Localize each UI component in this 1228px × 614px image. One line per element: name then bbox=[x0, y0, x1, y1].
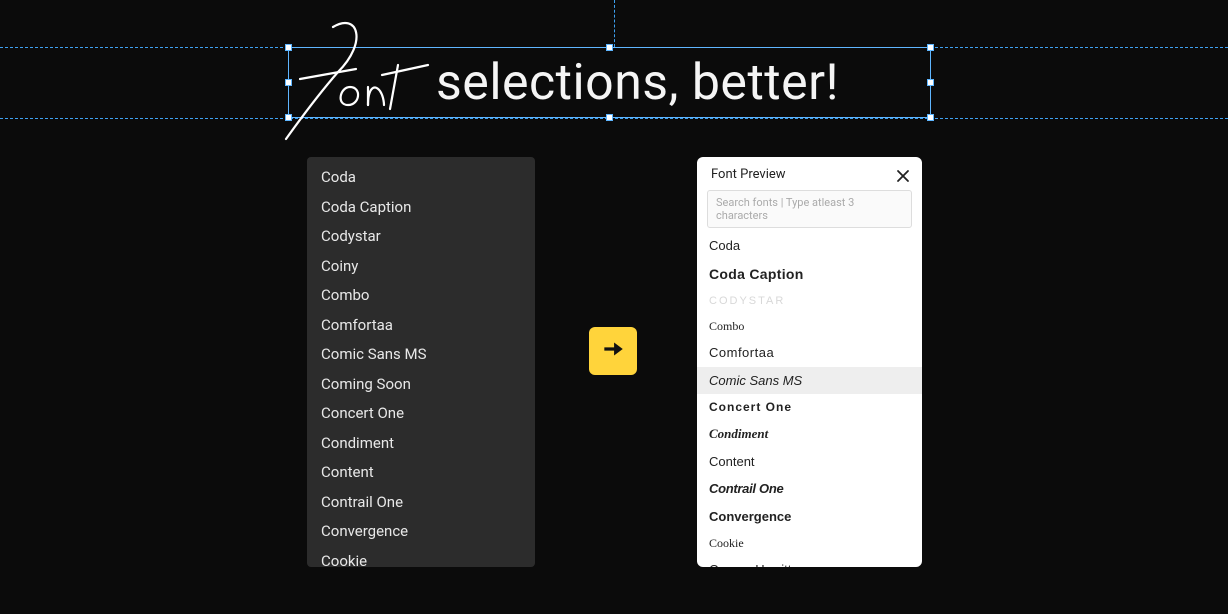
font-preview-panel: Font Preview Search fonts | Type atleast… bbox=[697, 157, 922, 567]
font-list-item[interactable]: Codystar bbox=[307, 222, 535, 252]
font-preview-item[interactable]: CODYSTAR bbox=[697, 289, 922, 314]
font-list-item[interactable]: Comic Sans MS bbox=[307, 340, 535, 370]
font-list-item[interactable]: Combo bbox=[307, 281, 535, 311]
font-preview-item[interactable]: Contrail One bbox=[697, 475, 922, 503]
font-search-input[interactable]: Search fonts | Type atleast 3 characters bbox=[707, 190, 912, 228]
font-preview-item[interactable]: Cookie bbox=[697, 530, 922, 556]
font-preview-item[interactable]: Comic Sans MS bbox=[697, 367, 922, 395]
font-preview-item[interactable]: Cooper Hewitt bbox=[697, 556, 922, 567]
font-list-item[interactable]: Comfortaa bbox=[307, 311, 535, 341]
hero-text[interactable]: selections, better! bbox=[288, 47, 931, 118]
font-list-item[interactable]: Condiment bbox=[307, 429, 535, 459]
font-list-item[interactable]: Cookie bbox=[307, 547, 535, 568]
alignment-guide-center bbox=[614, 0, 615, 47]
arrow-right-icon bbox=[600, 336, 626, 366]
font-preview-item[interactable]: Combo bbox=[697, 313, 922, 339]
font-preview-item[interactable]: Convergence bbox=[697, 503, 922, 531]
font-list-item[interactable]: Coda bbox=[307, 163, 535, 193]
font-preview-list: CodaCoda CaptionCODYSTARComboComfortaaCo… bbox=[697, 232, 922, 567]
font-preview-item[interactable]: Comfortaa bbox=[697, 339, 922, 367]
font-preview-item[interactable]: Concert One bbox=[697, 394, 922, 420]
font-preview-item[interactable]: Condiment bbox=[697, 420, 922, 448]
font-list-item[interactable]: Coda Caption bbox=[307, 193, 535, 223]
font-list-panel-plain: Coda Coda Caption Codystar Coiny Combo C… bbox=[307, 157, 535, 567]
font-list-item[interactable]: Coming Soon bbox=[307, 370, 535, 400]
font-preview-title: Font Preview bbox=[711, 167, 786, 182]
hero-script-word bbox=[278, 17, 448, 151]
hero-remainder-text: selections, better! bbox=[436, 47, 839, 118]
close-icon[interactable] bbox=[896, 168, 910, 182]
font-preview-item[interactable]: Coda Caption bbox=[697, 260, 922, 289]
font-list-item[interactable]: Contrail One bbox=[307, 488, 535, 518]
font-preview-item[interactable]: Coda bbox=[697, 232, 922, 260]
font-list-item[interactable]: Coiny bbox=[307, 252, 535, 282]
font-list-item[interactable]: Convergence bbox=[307, 517, 535, 547]
font-list-item[interactable]: Concert One bbox=[307, 399, 535, 429]
font-preview-item[interactable]: Content bbox=[697, 448, 922, 476]
alignment-guide-bottom bbox=[0, 118, 1228, 119]
arrow-transform-box bbox=[589, 327, 637, 375]
font-list-item[interactable]: Content bbox=[307, 458, 535, 488]
